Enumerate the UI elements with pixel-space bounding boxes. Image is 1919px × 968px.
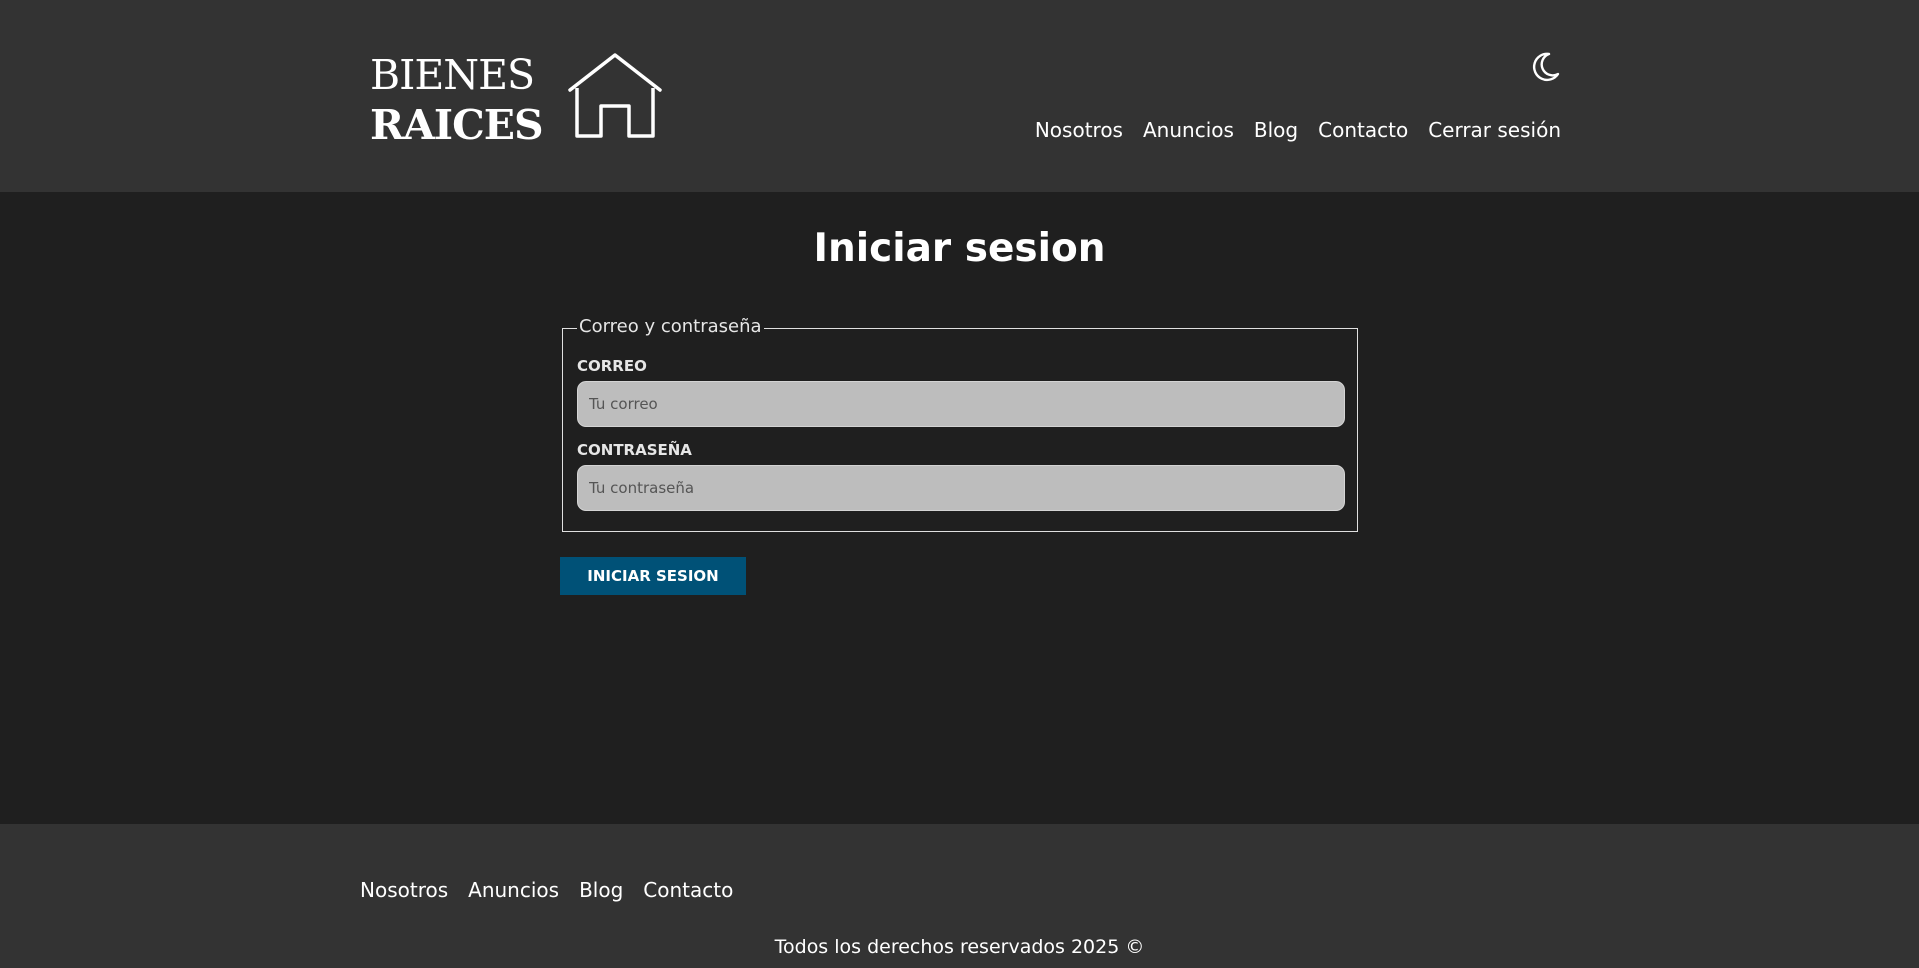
footer-link-anuncios[interactable]: Anuncios xyxy=(468,878,559,902)
email-field[interactable] xyxy=(577,381,1345,427)
nav-link-cerrar-sesion[interactable]: Cerrar sesión xyxy=(1428,118,1561,142)
footer-nav: Nosotros Anuncios Blog Contacto xyxy=(360,878,733,902)
house-icon xyxy=(567,53,662,138)
nav-link-anuncios[interactable]: Anuncios xyxy=(1143,118,1234,142)
fieldset-legend: Correo y contraseña xyxy=(577,316,764,337)
footer-link-contacto[interactable]: Contacto xyxy=(643,878,733,902)
nav-link-contacto[interactable]: Contacto xyxy=(1318,118,1408,142)
password-field[interactable] xyxy=(577,465,1345,511)
site-footer: Nosotros Anuncios Blog Contacto Todos lo… xyxy=(0,824,1919,968)
footer-link-nosotros[interactable]: Nosotros xyxy=(360,878,448,902)
footer-link-blog[interactable]: Blog xyxy=(579,878,623,902)
page-title: Iniciar sesion xyxy=(813,226,1106,271)
nav-link-blog[interactable]: Blog xyxy=(1254,118,1298,142)
site-header: BIENES RAICES Nosotros Anuncios Blog Con… xyxy=(0,0,1919,192)
password-label: CONTRASEÑA xyxy=(577,441,692,459)
login-button[interactable]: INICIAR SESION xyxy=(560,557,746,595)
logo[interactable]: BIENES RAICES xyxy=(370,50,663,150)
logo-line-1: BIENES xyxy=(370,51,535,99)
main-nav: Nosotros Anuncios Blog Contacto Cerrar s… xyxy=(1035,118,1561,142)
email-label: CORREO xyxy=(577,357,647,375)
moon-icon[interactable] xyxy=(1528,50,1562,84)
logo-line-2: RAICES xyxy=(370,101,544,149)
copyright-text: Todos los derechos reservados 2025 © xyxy=(774,936,1145,958)
logo-text: BIENES RAICES xyxy=(370,50,544,150)
login-fieldset: Correo y contraseña CORREO CONTRASEÑA xyxy=(562,316,1358,532)
nav-link-nosotros[interactable]: Nosotros xyxy=(1035,118,1123,142)
